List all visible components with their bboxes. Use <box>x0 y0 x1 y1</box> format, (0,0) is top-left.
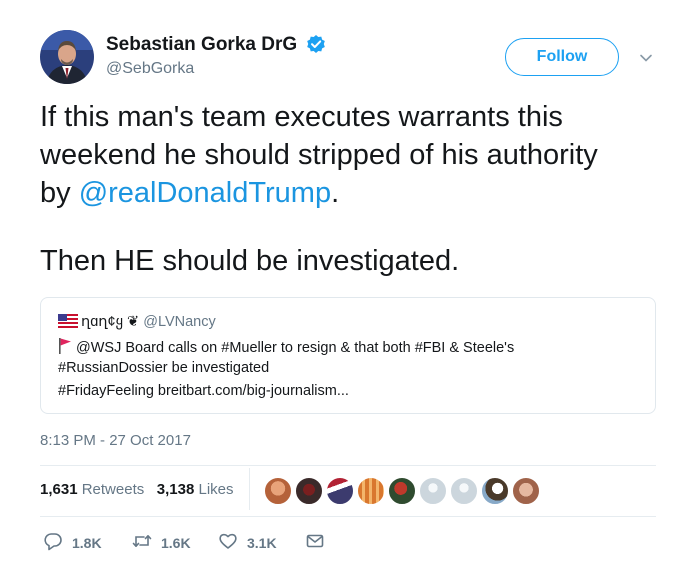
liker-avatar[interactable] <box>295 477 323 505</box>
liker-avatar[interactable] <box>388 477 416 505</box>
likes-label: Likes <box>198 481 234 498</box>
author-display-name[interactable]: Sebastian Gorka DrG <box>106 34 297 56</box>
quoted-tweet-text-line: #FridayFeeling breitbart.com/big-journal… <box>58 383 349 399</box>
follow-button[interactable]: Follow <box>505 38 619 76</box>
divider <box>40 516 656 517</box>
verified-badge-icon <box>306 34 326 54</box>
tweet-card: Sebastian Gorka DrG @SebGorka Follow If … <box>0 0 698 583</box>
tweet-text-segment: by <box>40 177 79 209</box>
liker-avatar[interactable] <box>419 477 447 505</box>
retweet-icon[interactable] <box>132 531 152 556</box>
engagement-stats: 1,631 Retweets 3,138 Likes <box>40 481 234 498</box>
tweet-text-line: weekend he should stripped of his author… <box>40 139 598 171</box>
liker-avatar[interactable] <box>450 477 478 505</box>
like-icon[interactable] <box>218 531 238 556</box>
tweet-timestamp[interactable]: 8:13 PM - 27 Oct 2017 <box>40 432 191 449</box>
direct-message-icon[interactable] <box>305 531 325 556</box>
quoted-author-name[interactable]: ղɑղ¢ყ ❦ <box>81 314 139 330</box>
likes-count: 3,138 <box>156 481 195 498</box>
retweets-label: Retweets <box>81 481 145 498</box>
tweet-text-line: Then HE should be investigated. <box>40 245 460 277</box>
retweet-count: 1.6K <box>161 535 191 551</box>
reply-count: 1.8K <box>72 535 102 551</box>
direct-message-action[interactable] <box>305 532 325 554</box>
stats-separator <box>249 468 250 510</box>
like-count: 3.1K <box>247 535 277 551</box>
reply-icon[interactable] <box>43 531 63 556</box>
tweet-text-line: by @realDonaldTrump. <box>40 174 680 212</box>
liker-avatar[interactable] <box>512 477 540 505</box>
mention-link[interactable]: @realDonaldTrump <box>79 177 331 209</box>
tweet-text-segment: . <box>331 177 340 209</box>
quoted-tweet-text-line: #RussianDossier be investigated <box>58 360 270 376</box>
author-handle[interactable]: @SebGorka <box>106 60 194 78</box>
author-avatar[interactable] <box>40 30 94 84</box>
red-flag-icon <box>58 337 72 355</box>
us-flag-icon <box>58 314 78 328</box>
liker-avatar[interactable] <box>357 477 385 505</box>
quoted-tweet-text-line: @WSJ Board calls on #Mueller to resign &… <box>58 337 514 356</box>
tweet-text: If this man's team executes warrants thi… <box>40 98 680 280</box>
like-action[interactable]: 3.1K <box>218 532 277 554</box>
retweets-count: 1,631 <box>40 481 78 498</box>
retweets-stat[interactable]: 1,631 Retweets <box>40 481 144 498</box>
tweet-text-line: If this man's team executes warrants thi… <box>40 101 563 133</box>
liker-avatar[interactable] <box>326 477 354 505</box>
reply-action[interactable]: 1.8K <box>43 532 102 554</box>
quoted-tweet-text: @WSJ Board calls on #Mueller to resign &… <box>76 340 515 356</box>
retweet-action[interactable]: 1.6K <box>132 532 191 554</box>
quoted-author-handle[interactable]: @LVNancy <box>143 314 215 330</box>
quoted-tweet[interactable]: ղɑղ¢ყ ❦ @LVNancy @WSJ Board calls on #Mu… <box>40 297 656 414</box>
likes-stat[interactable]: 3,138 Likes <box>157 481 234 498</box>
quoted-tweet-header: ղɑղ¢ყ ❦ @LVNancy <box>58 314 216 330</box>
divider <box>40 465 656 466</box>
liker-avatar[interactable] <box>264 477 292 505</box>
chevron-down-icon[interactable] <box>638 50 654 66</box>
liker-avatar[interactable] <box>481 477 509 505</box>
